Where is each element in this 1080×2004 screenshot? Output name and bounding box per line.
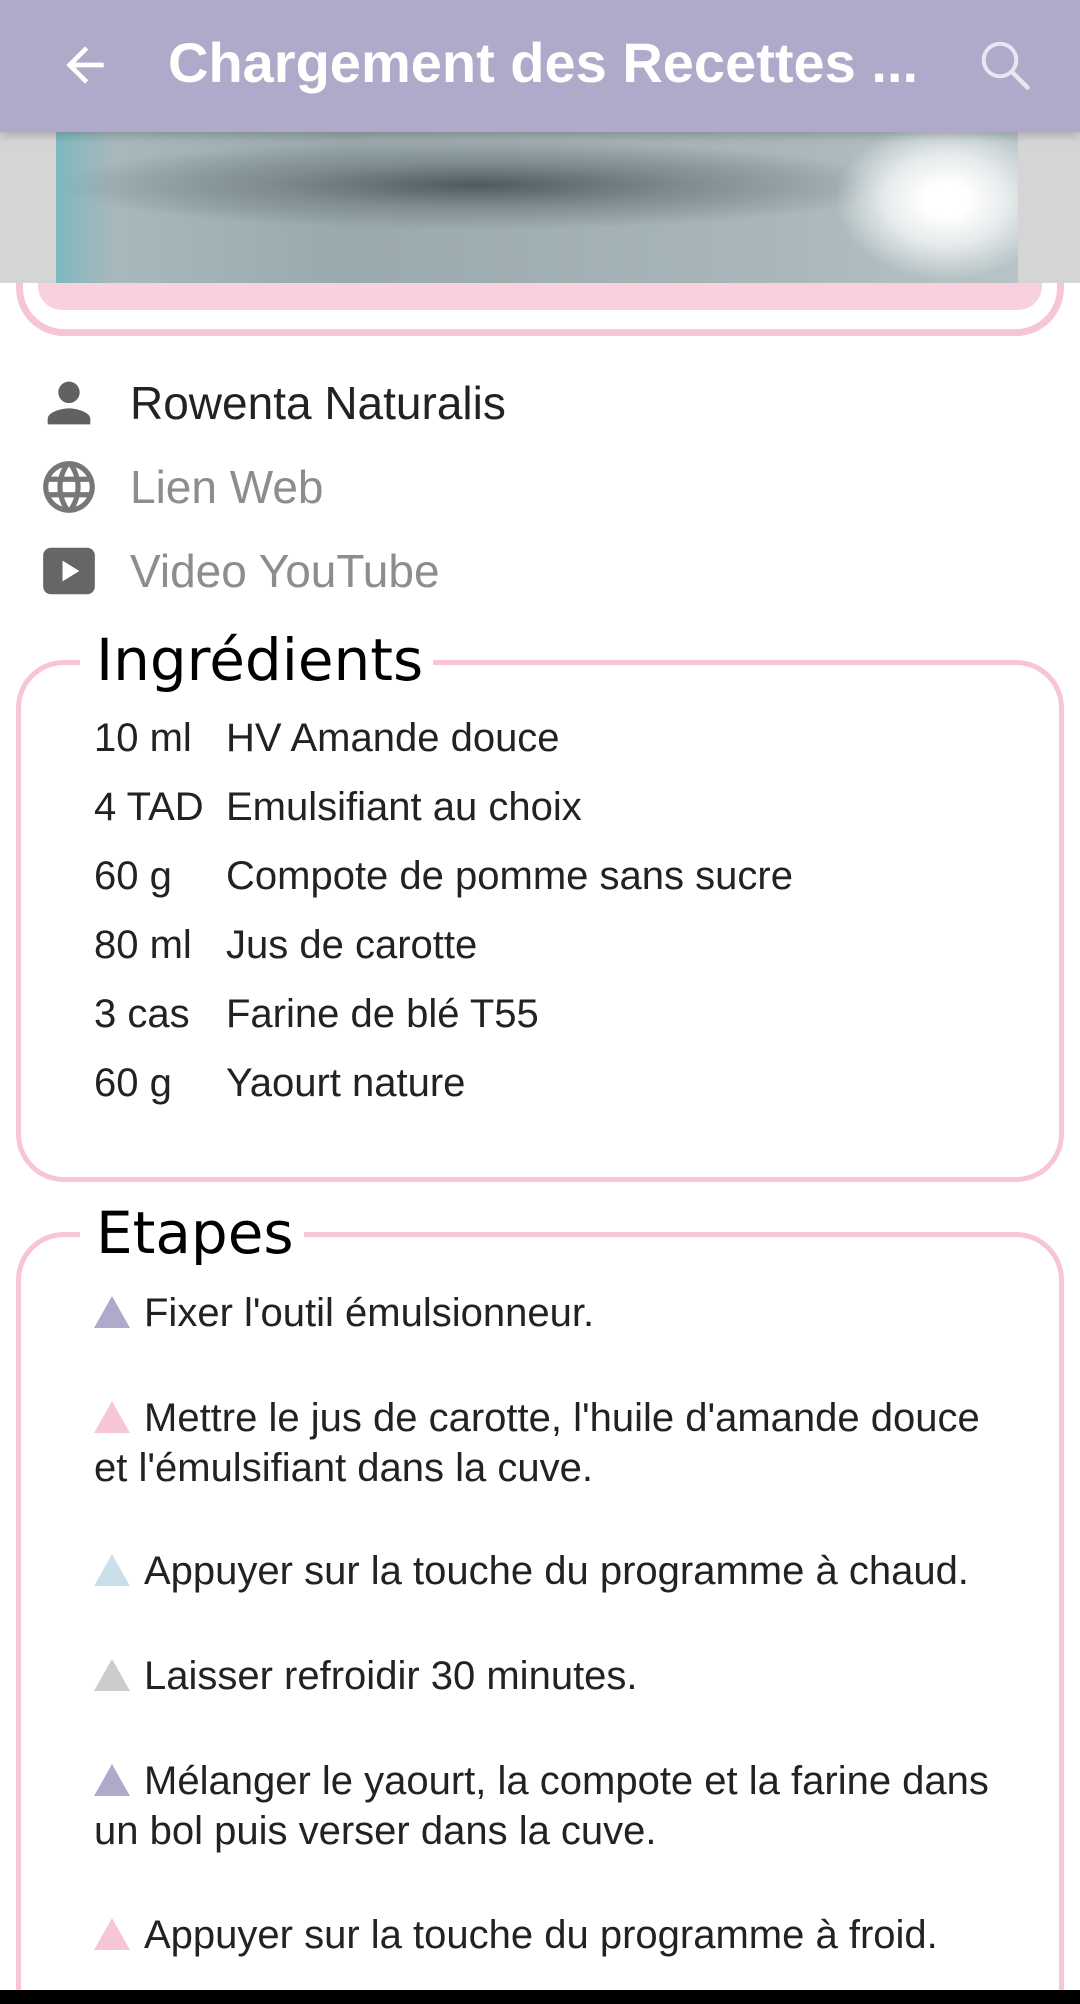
ingredient-row: 10 ml HV Amande douce xyxy=(94,710,560,766)
ingredient-name: HV Amande douce xyxy=(226,716,560,760)
video-link[interactable]: Video YouTube xyxy=(130,543,440,599)
ingredient-qty: 60 g xyxy=(94,1061,172,1105)
search-button[interactable] xyxy=(970,30,1040,100)
step-text: Fixer l'outil émulsionneur. xyxy=(144,1291,595,1335)
step-item: Fixer l'outil émulsionneur. xyxy=(94,1288,1014,1338)
step-bullet-icon xyxy=(94,1401,130,1433)
globe-icon xyxy=(36,454,102,520)
web-link[interactable]: Lien Web xyxy=(130,459,324,515)
ingredient-row: 60 g Compote de pomme sans sucre xyxy=(94,848,793,900)
ingredient-name: Yaourt nature xyxy=(226,1061,466,1105)
step-item: Appuyer sur la touche du programme à fro… xyxy=(94,1910,1014,1960)
ingredient-row: 3 cas Farine de blé T55 xyxy=(94,986,539,1042)
steps-title: Etapes xyxy=(80,1198,304,1268)
ingredient-qty: 80 ml xyxy=(94,923,192,967)
step-text: Laisser refroidir 30 minutes. xyxy=(144,1654,638,1698)
recipe-detail-screen: Chargement des Recettes ... Rowenta Natu… xyxy=(0,0,1080,2004)
step-text: Appuyer sur la touche du programme à cha… xyxy=(144,1549,969,1593)
step-bullet-icon xyxy=(94,1296,130,1328)
step-bullet-icon xyxy=(94,1918,130,1950)
page-title: Chargement des Recettes ... xyxy=(168,31,919,94)
ingredient-qty: 10 ml xyxy=(94,716,192,760)
ingredient-qty: 60 g xyxy=(94,854,172,898)
steps-card xyxy=(16,1232,1064,2004)
play-video-icon xyxy=(36,538,102,604)
author-name: Rowenta Naturalis xyxy=(130,377,506,429)
ingredient-name: Jus de carotte xyxy=(226,923,478,967)
app-bar: Chargement des Recettes ... xyxy=(0,0,1080,132)
step-bullet-icon xyxy=(94,1764,130,1796)
ingredient-name: Compote de pomme sans sucre xyxy=(226,854,793,898)
ingredients-title: Ingrédients xyxy=(80,625,434,695)
ingredient-row: 80 ml Jus de carotte xyxy=(94,917,477,973)
step-text: Mélanger le yaourt, la compote et la far… xyxy=(94,1759,989,1853)
arrow-left-icon xyxy=(66,46,104,84)
step-text: Appuyer sur la touche du programme à fro… xyxy=(144,1913,938,1957)
system-nav-bar xyxy=(0,1990,1080,2004)
ingredient-qty: 4 TAD xyxy=(94,785,204,829)
ingredient-qty: 3 cas xyxy=(94,992,190,1036)
back-button[interactable] xyxy=(50,30,120,100)
ingredient-row: 4 TAD Emulsifiant au choix xyxy=(94,779,582,835)
step-bullet-icon xyxy=(94,1659,130,1691)
recipe-image xyxy=(56,125,1018,283)
step-item: Mettre le jus de carotte, l'huile d'aman… xyxy=(94,1393,1014,1493)
search-icon xyxy=(981,41,1030,90)
ingredient-name: Farine de blé T55 xyxy=(226,992,539,1036)
step-item: Mélanger le yaourt, la compote et la far… xyxy=(94,1756,1014,1856)
step-item: Laisser refroidir 30 minutes. xyxy=(94,1651,1014,1701)
step-item: Appuyer sur la touche du programme à cha… xyxy=(94,1546,1014,1596)
step-bullet-icon xyxy=(94,1554,130,1586)
recipe-image-strip xyxy=(0,125,1080,283)
ingredient-name: Emulsifiant au choix xyxy=(226,785,582,829)
web-link-row[interactable]: Lien Web xyxy=(36,452,324,522)
step-text: Mettre le jus de carotte, l'huile d'aman… xyxy=(94,1396,980,1490)
person-icon xyxy=(36,370,102,436)
video-row[interactable]: Video YouTube xyxy=(36,536,440,606)
ingredient-row: 60 g Yaourt nature xyxy=(94,1055,465,1111)
author-row: Rowenta Naturalis xyxy=(36,368,506,438)
